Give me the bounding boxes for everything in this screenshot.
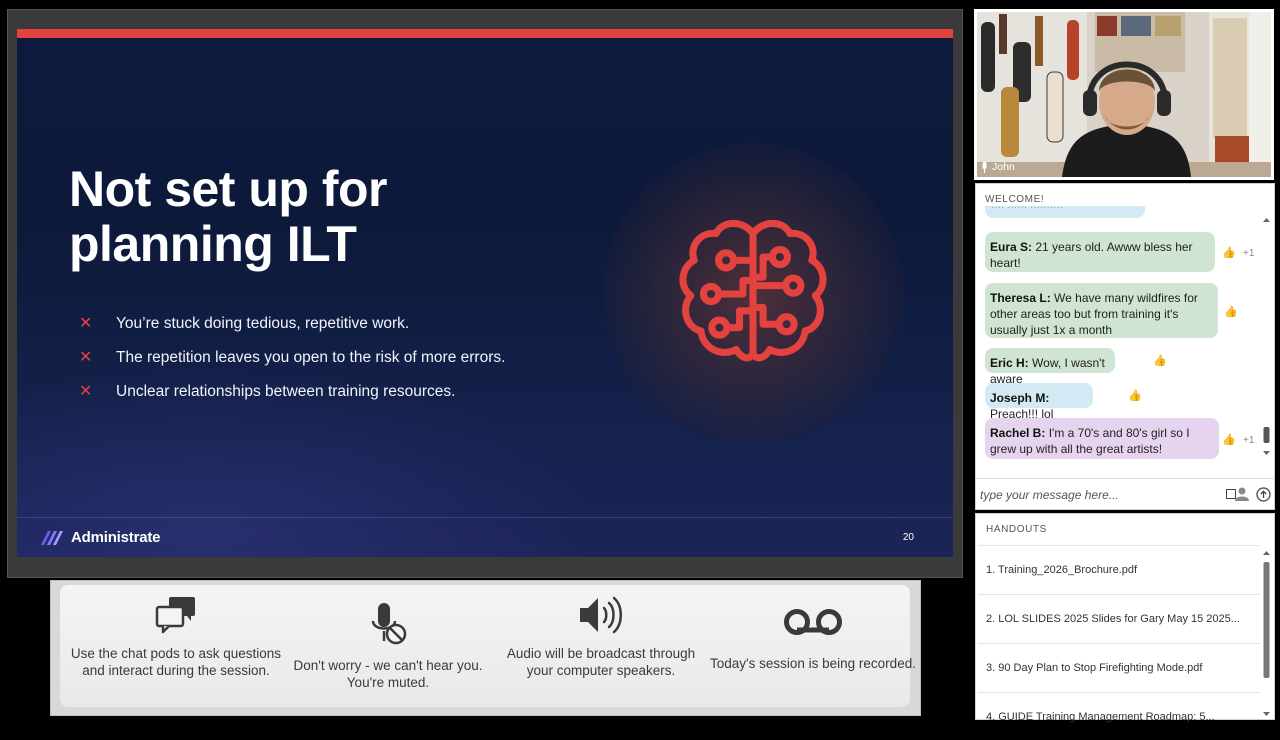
participant-label: John	[981, 161, 1015, 173]
thumbs-up-icon[interactable]: 👍	[1153, 354, 1167, 367]
x-mark-icon: ✕	[79, 383, 93, 400]
administrate-logo-icon	[41, 530, 63, 545]
session-tips-banner: Use the chat pods to ask questions and i…	[50, 580, 921, 716]
chat-input-row	[976, 478, 1274, 509]
voicemail-recording-icon	[784, 609, 842, 635]
speaker-icon	[580, 596, 622, 634]
slide-bullet-text: The repetition leaves you open to the ri…	[116, 349, 506, 366]
chat-author: Eric H:	[990, 356, 1029, 370]
x-mark-icon: ✕	[79, 315, 93, 332]
tip-muted: Don't worry - we can't hear you. You're …	[282, 585, 494, 707]
tip-recorded: Today's session is being recorded.	[707, 585, 919, 707]
slide-bullet: ✕ You’re stuck doing tedious, repetitive…	[79, 313, 509, 334]
tip-recorded-text: Today's session is being recorded.	[710, 656, 916, 671]
slide-bullet: ✕ Unclear relationships between training…	[79, 381, 509, 402]
chat-author: Rachel B:	[990, 426, 1046, 440]
thumbs-up-icon[interactable]: 👍	[1128, 389, 1142, 402]
tip-muted-text: Don't worry - we can't hear you. You're …	[293, 658, 483, 690]
chat-message: Theresa L: We have many wildfires for ot…	[985, 283, 1218, 338]
chat-bubbles-icon	[155, 597, 195, 634]
participant-name: John	[992, 161, 1015, 173]
muted-microphone-icon	[371, 603, 407, 645]
slide-accent-bar	[17, 29, 953, 38]
tip-audio: Audio will be broadcast through your com…	[495, 585, 707, 707]
handouts-pod: HANDOUTS 1. Training_2026_Brochure.pdf 2…	[975, 513, 1275, 723]
tip-audio-text: Audio will be broadcast through your com…	[506, 646, 696, 678]
handout-item[interactable]: 4. GUIDE Training Management Roadmap: 5.…	[978, 692, 1260, 740]
microphone-icon	[982, 161, 987, 173]
chat-message: Joseph M: Preach!!! lol	[985, 383, 1093, 421]
chat-message-list[interactable]: ···· ······ ·········· Eura S: 21 years …	[976, 206, 1262, 461]
handout-item[interactable]: 1. Training_2026_Brochure.pdf	[978, 545, 1260, 593]
thumbs-up-icon[interactable]: 👍	[1222, 433, 1236, 446]
like-count: +1	[1243, 435, 1255, 446]
video-pod[interactable]: John	[974, 9, 1274, 180]
slide-bullet: ✕ The repetition leaves you open to the …	[79, 347, 509, 368]
brain-circuit-icon	[679, 219, 827, 362]
slide-bullet-text: You’re stuck doing tedious, repetitive w…	[116, 315, 410, 332]
webcam-video[interactable]: John	[977, 12, 1271, 177]
chat-message: Eura S: 21 years old. Awww bless her hea…	[985, 232, 1215, 272]
chat-message-input[interactable]	[978, 486, 1222, 504]
webcam-scene-image	[977, 12, 1271, 177]
chat-author: Theresa L:	[990, 291, 1051, 305]
handout-item[interactable]: 3. 90 Day Plan to Stop Firefighting Mode…	[978, 643, 1260, 691]
chat-author: Eura S:	[990, 240, 1033, 254]
administrate-logo: Administrate	[41, 529, 160, 546]
slide-page-number: 20	[902, 532, 914, 543]
chat-message: Rachel B: I'm a 70's and 80's girl so I …	[985, 418, 1219, 459]
thumbs-up-icon[interactable]: 👍	[1222, 246, 1236, 259]
chat-pod-title: WELCOME!	[985, 194, 1045, 205]
handouts-pod-title: HANDOUTS	[986, 524, 1047, 535]
x-mark-icon: ✕	[79, 349, 93, 366]
thumbs-up-icon[interactable]: 👍	[1224, 305, 1238, 318]
chat-message-partial-text: ···· ······ ··········	[991, 206, 1064, 213]
send-arrow-icon[interactable]	[1256, 487, 1271, 502]
slide-bullet-text: Unclear relationships between training r…	[116, 383, 456, 400]
tip-chat-text: Use the chat pods to ask questions and i…	[70, 646, 282, 678]
slide-footer-divider	[17, 517, 953, 518]
session-tips-panel: Use the chat pods to ask questions and i…	[60, 585, 916, 707]
chat-message: Eric H: Wow, I wasn't aware	[985, 348, 1115, 386]
brand-name: Administrate	[71, 529, 161, 546]
handouts-scrollbar[interactable]	[1262, 550, 1271, 718]
chat-scrollbar[interactable]	[1262, 217, 1271, 457]
slide-title: Not set up for planning ILT	[69, 161, 387, 272]
presentation-slide: Not set up for planning ILT ✕ You’re stu…	[17, 29, 953, 557]
user-select-icon[interactable]	[1234, 487, 1250, 501]
chat-author: Joseph M:	[990, 391, 1050, 405]
slide-bullet-list: ✕ You’re stuck doing tedious, repetitive…	[79, 313, 509, 415]
handout-item[interactable]: 2. LOL SLIDES 2025 Slides for Gary May 1…	[978, 594, 1260, 642]
tip-chat: Use the chat pods to ask questions and i…	[70, 585, 282, 707]
chat-pod: WELCOME! ···· ······ ·········· Eura S: …	[975, 183, 1275, 510]
like-count: +1	[1243, 248, 1255, 259]
chat-message-partial: ···· ······ ··········	[985, 206, 1145, 218]
